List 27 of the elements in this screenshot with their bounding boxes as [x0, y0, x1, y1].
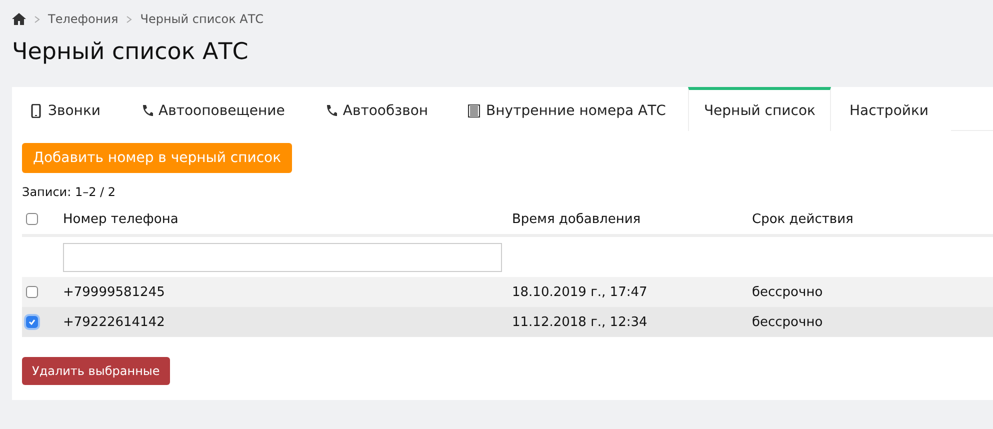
checkbox[interactable] — [26, 286, 38, 298]
records-count: Записи: 1–2 / 2 — [22, 185, 117, 201]
phone-icon — [324, 104, 337, 118]
table-cell: 11.12.2018 г., 12:34 — [512, 307, 752, 337]
checkbox[interactable] — [26, 213, 38, 225]
table-cell: бессрочно — [752, 307, 993, 337]
checkmark-icon — [27, 317, 37, 327]
chevron-icon — [34, 16, 40, 22]
table-cell: 18.10.2019 г., 17:47 — [512, 277, 752, 307]
phone-icon — [140, 104, 152, 118]
filter-field[interactable] — [63, 242, 502, 272]
tab[interactable]: Черный список — [688, 87, 832, 131]
breadcrumb-current: Черный список АТС — [140, 12, 264, 26]
table-cell: +79222614142 — [63, 307, 512, 337]
mobile-phone-icon — [30, 104, 42, 118]
column-header: Срок действия — [752, 204, 993, 236]
column-header: Номер телефона — [63, 204, 512, 236]
breadcrumb-link[interactable]: Телефония — [48, 12, 118, 26]
checkbox[interactable] — [26, 316, 38, 328]
page-title: Черный список АТС — [12, 39, 250, 67]
table-cell: +79999581245 — [63, 277, 512, 307]
list-icon — [468, 104, 480, 118]
delete-selected-button[interactable]: Удалить выбранные — [22, 357, 170, 385]
home-icon[interactable] — [12, 13, 26, 25]
column-header: Время добавления — [512, 204, 752, 236]
table-cell: бессрочно — [752, 277, 993, 307]
chevron-icon — [126, 16, 132, 22]
